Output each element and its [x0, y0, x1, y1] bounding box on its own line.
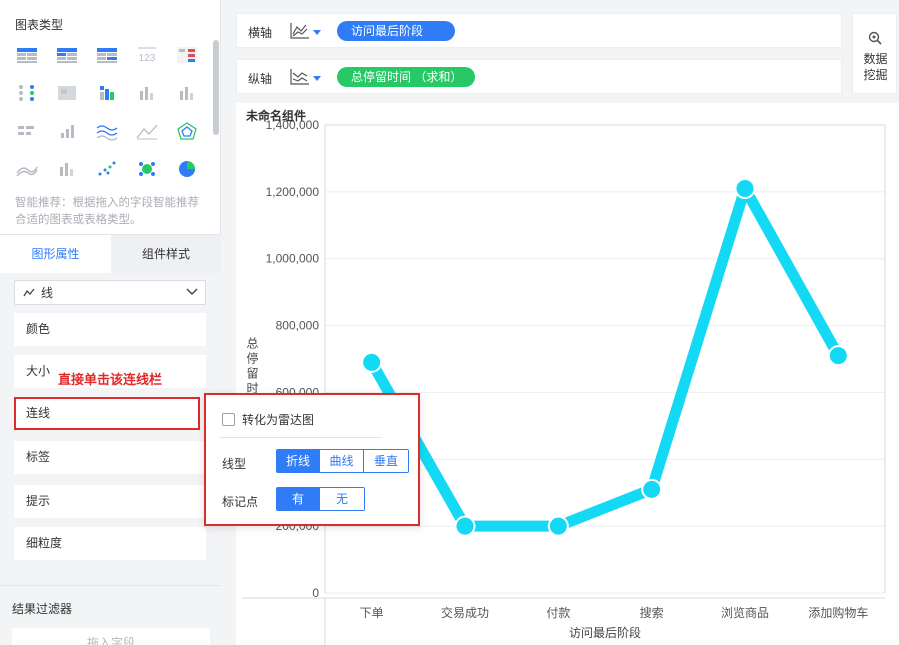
data-mining-label: 数据 挖掘	[853, 51, 898, 83]
magnifier-icon	[868, 31, 882, 45]
left-panel: 图表类型 123 智能推荐：根据拖入的字段智能推荐合适的图表或表格类型。 图形属…	[0, 0, 221, 645]
attr-color[interactable]: 颜色	[14, 313, 206, 346]
axis-chart-icon[interactable]	[289, 21, 311, 41]
bar-list-icon[interactable]	[14, 120, 40, 142]
y-tick-label: 1,000,000	[266, 252, 320, 266]
line-type-vertical[interactable]: 垂直	[364, 450, 408, 472]
x-tick-label: 付款	[546, 606, 570, 620]
y-axis-field-pill[interactable]: 总停留时间 （求和）	[337, 67, 475, 87]
attr-line[interactable]: 连线	[14, 397, 200, 430]
kpi-table-icon[interactable]	[174, 44, 200, 66]
svg-text:123: 123	[139, 53, 156, 64]
chevron-down-icon[interactable]	[313, 76, 321, 81]
line-type-polyline[interactable]: 折线	[277, 450, 320, 472]
tab-component-style[interactable]: 组件样式	[111, 235, 221, 273]
x-tick-label: 下单	[360, 606, 384, 620]
divider	[220, 437, 382, 438]
x-tick-label: 浏览商品	[721, 605, 769, 620]
x-tick-label: 搜索	[640, 605, 664, 620]
bubble-chart-icon[interactable]	[134, 158, 160, 180]
axis-chart-icon[interactable]	[289, 67, 311, 87]
data-point[interactable]	[547, 515, 569, 537]
line-chart-icon[interactable]	[134, 120, 160, 142]
attr-granularity[interactable]: 细粒度	[14, 527, 206, 560]
x-axis-label: 横轴	[248, 26, 273, 40]
component-title[interactable]: 未命名组件	[246, 107, 306, 124]
y-tick-label: 800,000	[276, 319, 320, 333]
y-axis-bar: 纵轴 总停留时间 （求和）	[236, 59, 842, 94]
marker-on[interactable]: 有	[277, 488, 320, 510]
scatter-plot-icon[interactable]	[94, 158, 120, 180]
radar-chart-icon[interactable]	[174, 120, 200, 142]
line-type-segmented: 折线 曲线 垂直	[276, 449, 409, 473]
data-point[interactable]	[454, 515, 476, 537]
table-icon[interactable]	[14, 44, 40, 66]
y-axis-label: 纵轴	[248, 72, 273, 86]
marker-label: 标记点	[222, 495, 259, 509]
chevron-down-icon[interactable]	[313, 30, 321, 35]
radar-label: 转化为雷达图	[242, 413, 315, 427]
result-filter-title: 结果过滤器	[12, 602, 73, 616]
y-tick-label: 1,200,000	[266, 185, 320, 199]
chart-type-title: 图表类型	[15, 18, 64, 32]
line-type-curve[interactable]: 曲线	[320, 450, 364, 472]
indicator-icon[interactable]	[14, 82, 40, 104]
grouped-bar-icon[interactable]	[134, 82, 160, 104]
line-chart-icon	[23, 288, 35, 296]
area-chart-icon[interactable]	[14, 158, 40, 180]
data-point[interactable]	[361, 351, 383, 373]
data-mining-button[interactable]: 数据 挖掘	[852, 13, 897, 94]
tab-shape-attributes[interactable]: 图形属性	[0, 235, 111, 273]
marker-off[interactable]: 无	[320, 488, 364, 510]
pie-chart-icon[interactable]	[174, 158, 200, 180]
data-mining-label-line2: 挖掘	[863, 68, 888, 82]
radar-toggle[interactable]: 转化为雷达图	[222, 411, 314, 428]
app-root: 图表类型 123 智能推荐：根据拖入的字段智能推荐合适的图表或表格类型。 图形属…	[0, 0, 899, 645]
histogram-icon[interactable]	[54, 158, 80, 180]
line-type-label: 线型	[222, 457, 247, 471]
data-mining-label-line1: 数据	[863, 52, 888, 66]
scatter-bar-icon[interactable]	[54, 120, 80, 142]
heatmap-table-icon[interactable]	[54, 82, 80, 104]
chart-type-scrollbar[interactable]	[213, 40, 219, 135]
chart-type-grid: 123	[8, 40, 208, 190]
chevron-down-icon	[186, 288, 198, 296]
radar-checkbox[interactable]	[222, 413, 235, 426]
x-tick-label: 交易成功	[441, 605, 489, 620]
data-point[interactable]	[641, 478, 663, 500]
x-axis-field-pill[interactable]: 访问最后阶段	[337, 21, 455, 41]
annotation-text: 直接单击该连线栏	[58, 372, 163, 387]
attr-tooltip[interactable]: 提示	[14, 485, 206, 518]
shape-type-select[interactable]: 线	[14, 280, 206, 305]
result-filter: 结果过滤器 拖入字段	[0, 585, 221, 645]
filter-drop-field[interactable]: 拖入字段	[12, 628, 210, 645]
detail-table-icon[interactable]	[94, 44, 120, 66]
shape-type-value: 线	[41, 286, 54, 300]
series-line	[366, 183, 844, 532]
x-axis-bar: 横轴 访问最后阶段	[236, 13, 842, 48]
multi-line-icon[interactable]	[94, 120, 120, 142]
number-card-icon[interactable]: 123	[134, 44, 160, 66]
line-settings-popup: 转化为雷达图 线型 折线 曲线 垂直 标记点 有 无	[204, 393, 420, 526]
x-tick-label: 添加购物车	[808, 605, 868, 620]
smart-hint-text: 智能推荐：根据拖入的字段智能推荐合适的图表或表格类型。	[15, 197, 199, 226]
attr-label[interactable]: 标签	[14, 441, 206, 474]
data-point[interactable]	[827, 345, 849, 367]
column-chart-icon[interactable]	[174, 82, 200, 104]
chart-panel: 0200,000400,000600,000800,0001,000,0001,…	[236, 103, 899, 645]
cross-table-icon[interactable]	[54, 44, 80, 66]
marker-segmented: 有 无	[276, 487, 365, 511]
x-axis-title: 访问最后阶段	[569, 625, 641, 640]
attribute-tabs: 图形属性 组件样式	[0, 234, 221, 273]
stacked-bar-icon[interactable]	[94, 82, 120, 104]
line-chart: 0200,000400,000600,000800,0001,000,0001,…	[242, 118, 886, 645]
data-point[interactable]	[734, 178, 756, 200]
